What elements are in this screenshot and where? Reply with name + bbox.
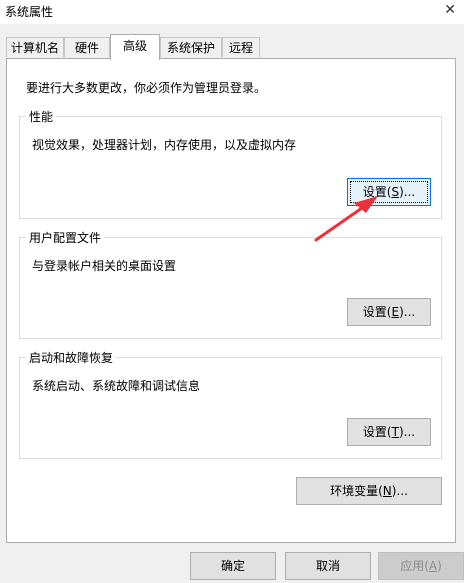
user-profiles-settings-button[interactable]: 设置(E)... bbox=[347, 298, 431, 326]
startup-recovery-legend: 启动和故障恢复 bbox=[26, 349, 117, 366]
performance-legend: 性能 bbox=[26, 108, 57, 125]
startup-recovery-settings-button[interactable]: 设置(T)... bbox=[347, 418, 431, 446]
performance-group: 性能 视觉效果，处理器计划，内存使用，以及虚拟内存 设置(S)... bbox=[19, 108, 442, 219]
performance-description: 视觉效果，处理器计划，内存使用，以及虚拟内存 bbox=[32, 138, 297, 152]
ok-button[interactable]: 确定 bbox=[190, 552, 276, 580]
environment-variables-button[interactable]: 环境变量(N)... bbox=[296, 477, 442, 505]
user-profiles-description: 与登录帐户相关的桌面设置 bbox=[32, 259, 177, 273]
performance-settings-button[interactable]: 设置(S)... bbox=[347, 178, 431, 206]
tab-advanced[interactable]: 高级 bbox=[110, 34, 160, 60]
apply-button: 应用(A) bbox=[378, 552, 464, 580]
tab-hardware[interactable]: 硬件 bbox=[64, 37, 110, 57]
cancel-button[interactable]: 取消 bbox=[285, 552, 371, 580]
tab-computer-name[interactable]: 计算机名 bbox=[6, 37, 64, 57]
startup-recovery-description: 系统启动、系统故障和调试信息 bbox=[32, 379, 201, 393]
tab-remote[interactable]: 远程 bbox=[222, 37, 260, 57]
system-properties-window: 系统属性 ✕ 计算机名 硬件 高级 系统保护 远程 要进行大多数更改，你必须作为… bbox=[0, 0, 464, 583]
window-title: 系统属性 bbox=[5, 5, 54, 19]
user-profiles-legend: 用户配置文件 bbox=[26, 229, 105, 246]
startup-recovery-group: 启动和故障恢复 系统启动、系统故障和调试信息 设置(T)... bbox=[19, 349, 442, 459]
title-bar: 系统属性 ✕ bbox=[0, 0, 464, 24]
admin-notice: 要进行大多数更改，你必须作为管理员登录。 bbox=[26, 81, 267, 95]
advanced-tab-panel: 要进行大多数更改，你必须作为管理员登录。 性能 视觉效果，处理器计划，内存使用，… bbox=[6, 58, 456, 543]
close-icon[interactable]: ✕ bbox=[444, 2, 456, 18]
tab-system-protection[interactable]: 系统保护 bbox=[160, 37, 222, 57]
user-profiles-group: 用户配置文件 与登录帐户相关的桌面设置 设置(E)... bbox=[19, 229, 442, 339]
